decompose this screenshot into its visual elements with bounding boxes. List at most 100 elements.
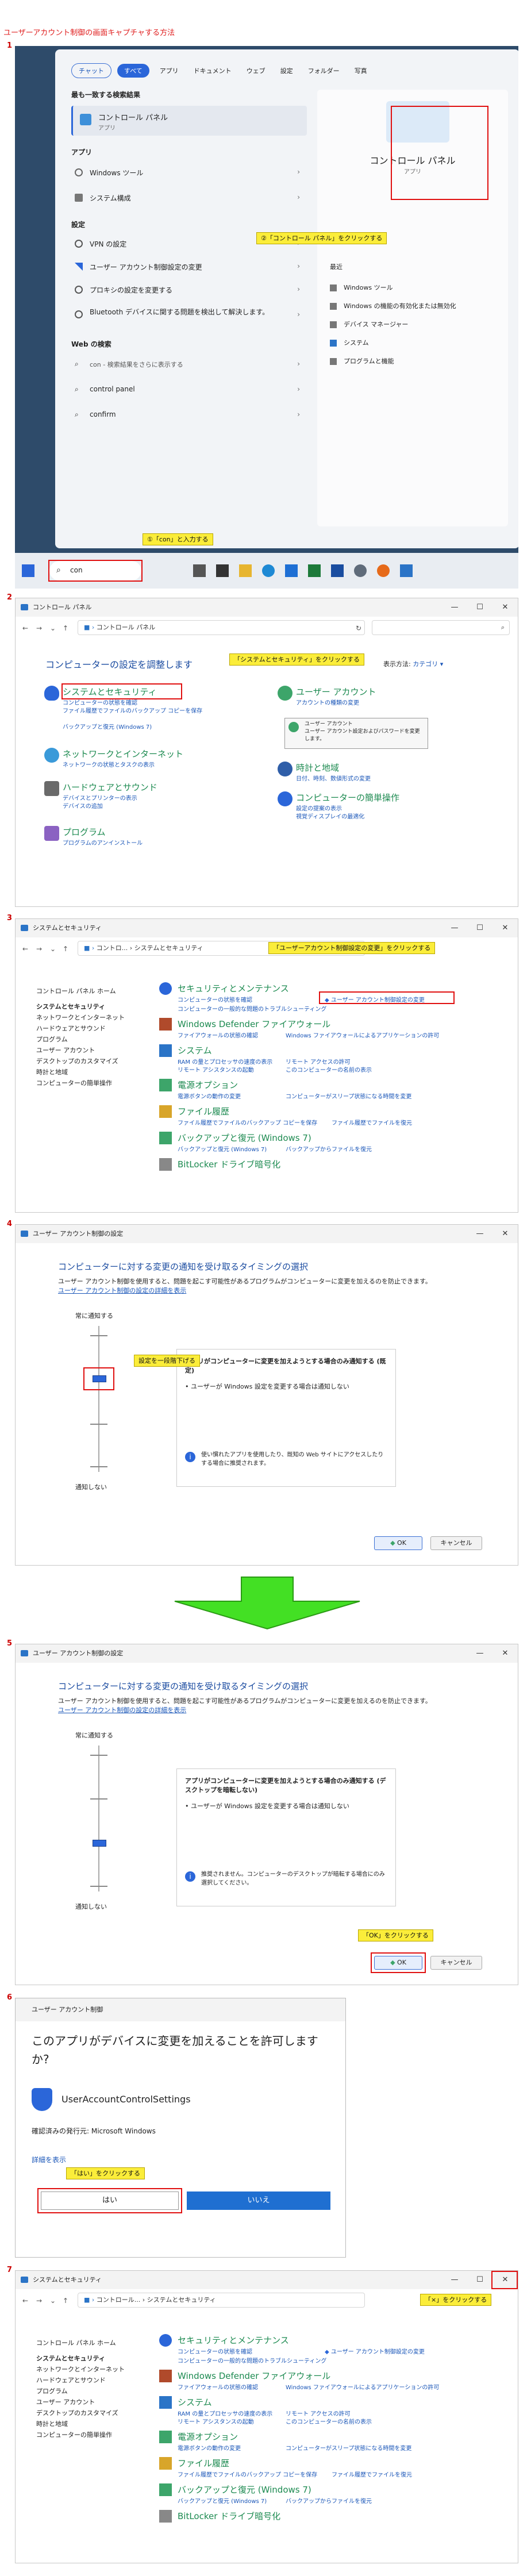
minimize-button[interactable]: — xyxy=(467,1644,492,1663)
chevron-down-icon[interactable]: ⌄ xyxy=(50,2297,56,2305)
section-link[interactable]: コンピューターがスリープ状態になる時間を変更 xyxy=(286,2443,411,2452)
taskview-icon[interactable] xyxy=(193,564,206,577)
tab-apps[interactable]: アプリ xyxy=(155,66,183,75)
section-link[interactable]: コンピューターの一般的な問題のトラブルシューティング xyxy=(178,1004,326,1013)
section-title[interactable]: バックアップと復元 (Windows 7) xyxy=(178,1132,311,1144)
address-bar[interactable]: ■ › コントロール パネル xyxy=(78,620,365,635)
app-item[interactable]: Windows ツール › xyxy=(71,167,307,182)
section-title[interactable]: システム xyxy=(178,1044,212,1056)
tab-photos[interactable]: 写真 xyxy=(350,66,372,75)
category-link[interactable]: デバイスの追加 xyxy=(63,803,103,811)
no-button[interactable]: いいえ xyxy=(187,2191,330,2210)
view-selector[interactable]: 表示方法: カテゴリ ▾ xyxy=(383,659,443,668)
tab-all[interactable]: すべて xyxy=(117,64,149,78)
section-title[interactable]: バックアップと復元 (Windows 7) xyxy=(178,2483,311,2496)
close-button[interactable]: ✕ xyxy=(492,1225,518,1243)
section-title[interactable]: BitLocker ドライブ暗号化 xyxy=(178,1158,280,1170)
category-link[interactable]: デバイスとプリンターの表示 xyxy=(63,795,137,803)
close-button[interactable]: ✕ xyxy=(492,598,518,617)
sidebar-item-current[interactable]: システムとセキュリティ xyxy=(36,1001,134,1012)
best-match-item[interactable]: コントロール パネル アプリ xyxy=(71,106,307,136)
settings-icon[interactable] xyxy=(354,564,367,577)
category-link[interactable]: プログラムのアンインストール xyxy=(63,840,143,848)
section-link[interactable]: リモート アクセスの許可 xyxy=(286,2409,351,2417)
sidebar-item[interactable]: コントロール パネル ホーム xyxy=(36,986,134,997)
section-link[interactable]: ファイル履歴でファイルを復元 xyxy=(332,2470,412,2478)
back-icon[interactable]: ← xyxy=(22,945,28,953)
forward-icon[interactable]: → xyxy=(36,945,42,953)
slider-track[interactable] xyxy=(98,1745,99,1891)
section-link[interactable]: バックアップからファイルを復元 xyxy=(286,2496,372,2505)
sidebar-item[interactable]: ユーザー アカウント xyxy=(36,1045,134,1056)
widgets-icon[interactable] xyxy=(216,564,229,577)
section-link[interactable]: ファイアウォールの状態の確認 xyxy=(178,2382,258,2391)
excel-icon[interactable] xyxy=(308,564,321,577)
view-value[interactable]: カテゴリ ▾ xyxy=(413,660,443,668)
section-title[interactable]: ファイル履歴 xyxy=(178,2457,229,2469)
category-link[interactable]: コンピューターの状態を確認 xyxy=(63,699,137,708)
minimize-button[interactable]: — xyxy=(467,1225,492,1243)
category-link[interactable]: ファイル履歴でファイルのバックアップ コピーを保存 xyxy=(63,708,229,716)
sidebar-item[interactable]: コンピューターの簡単操作 xyxy=(36,2429,134,2440)
section-link[interactable]: コンピューターの状態を確認 xyxy=(178,2347,252,2355)
up-icon[interactable]: ↑ xyxy=(63,945,68,953)
section-link[interactable]: このコンピューターの名前の表示 xyxy=(286,2417,372,2425)
maximize-button[interactable]: ☐ xyxy=(467,598,492,617)
tab-chat[interactable]: チャット xyxy=(71,63,111,78)
web-item[interactable]: ⌕ control panel › xyxy=(71,384,307,399)
category-title[interactable]: ネットワークとインターネット xyxy=(63,748,183,760)
category-link[interactable]: バックアップと復元 (Windows 7) xyxy=(63,724,152,732)
store-icon[interactable] xyxy=(285,564,298,577)
recent-item[interactable]: Windows ツール xyxy=(330,283,393,292)
section-link[interactable]: バックアップと復元 (Windows 7) xyxy=(178,1144,267,1153)
section-title[interactable]: ファイル履歴 xyxy=(178,1105,229,1117)
section-link[interactable]: ファイル履歴でファイルのバックアップ コピーを保存 xyxy=(178,1118,317,1126)
slider-thumb[interactable] xyxy=(93,1840,106,1847)
setting-item[interactable]: Bluetooth デバイスに関する問題を検出して解決します。 › xyxy=(71,307,307,330)
recent-item[interactable]: システム xyxy=(330,338,369,347)
category-link[interactable]: アカウントの種類の変更 xyxy=(296,699,359,708)
section-title[interactable]: Windows Defender ファイアウォール xyxy=(178,2370,330,2382)
app-icon[interactable] xyxy=(400,564,413,577)
section-link[interactable]: コンピューターの一般的な問題のトラブルシューティング xyxy=(178,2356,326,2364)
app-item[interactable]: システム構成 › xyxy=(71,192,307,207)
back-icon[interactable]: ← xyxy=(22,624,28,632)
uac-link[interactable]: ◆ ユーザー アカウント制御設定の変更 xyxy=(325,2347,425,2355)
sidebar-item[interactable]: 時計と地域 xyxy=(36,1067,134,1078)
minimize-button[interactable]: — xyxy=(442,2271,467,2289)
section-title[interactable]: 電源オプション xyxy=(178,2431,238,2443)
learn-more-link[interactable]: ユーザー アカウント制御の設定の詳細を表示 xyxy=(58,1286,186,1295)
cancel-button[interactable]: キャンセル xyxy=(430,1536,482,1550)
sidebar-item-current[interactable]: システムとセキュリティ xyxy=(36,2353,134,2364)
minimize-button[interactable]: — xyxy=(442,598,467,617)
web-item[interactable]: ⌕ con - 検索結果をさらに表示する › xyxy=(71,359,307,374)
section-title[interactable]: BitLocker ドライブ暗号化 xyxy=(178,2510,280,2522)
close-button[interactable]: ✕ xyxy=(492,919,518,937)
start-icon[interactable] xyxy=(22,564,34,577)
section-link[interactable]: リモート アシスタンスの起動 xyxy=(178,1065,254,1074)
sidebar-item[interactable]: ハードウェアとサウンド xyxy=(36,2375,134,2386)
explorer-icon[interactable] xyxy=(239,564,252,577)
sidebar-item[interactable]: ユーザー アカウント xyxy=(36,2397,134,2408)
section-link[interactable]: RAM の量とプロセッサの速度の表示 xyxy=(178,1057,272,1066)
setting-item[interactable]: プロキシの設定を変更する › xyxy=(71,284,307,299)
maximize-button[interactable]: ☐ xyxy=(467,2271,492,2289)
sidebar-item[interactable]: 時計と地域 xyxy=(36,2419,134,2429)
recent-item[interactable]: プログラムと機能 xyxy=(330,356,394,366)
tab-folders[interactable]: フォルダー xyxy=(303,66,344,75)
category-link[interactable]: 設定の提案の表示 xyxy=(296,805,342,813)
refresh-icon[interactable]: ↻ xyxy=(356,624,361,632)
setting-item[interactable]: ユーザー アカウント制御設定の変更 › xyxy=(71,261,307,276)
section-link[interactable]: 電源ボタンの動作の変更 xyxy=(178,2443,241,2452)
section-link[interactable]: Windows ファイアウォールによるアプリケーションの許可 xyxy=(286,1031,439,1039)
tab-settings[interactable]: 設定 xyxy=(276,66,298,75)
forward-icon[interactable]: → xyxy=(36,2297,42,2305)
cancel-button[interactable]: キャンセル xyxy=(430,1956,482,1970)
search-input[interactable]: ⌕ xyxy=(372,620,510,635)
sidebar-item[interactable]: プログラム xyxy=(36,1034,134,1045)
sidebar-item[interactable]: ハードウェアとサウンド xyxy=(36,1023,134,1034)
ok-button[interactable]: ◆ OK xyxy=(374,1536,422,1550)
recent-item[interactable]: デバイス マネージャー xyxy=(330,320,408,329)
learn-more-link[interactable]: ユーザー アカウント制御の設定の詳細を表示 xyxy=(58,1705,186,1714)
section-link[interactable]: バックアップと復元 (Windows 7) xyxy=(178,2496,267,2505)
